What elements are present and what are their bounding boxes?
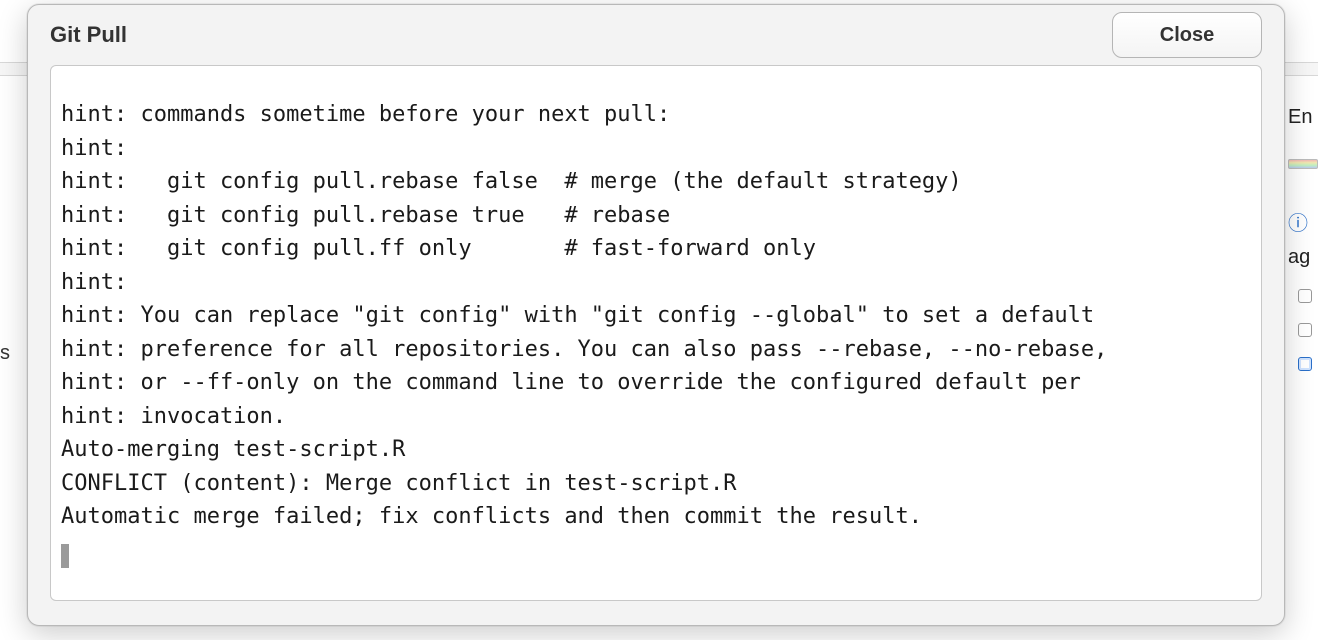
- background-color-gradbar: [1288, 159, 1318, 169]
- background-left-fragment: s: [0, 342, 20, 370]
- background-checkbox: [1298, 323, 1312, 337]
- dialog-body-scroll[interactable]: hint: commands sometime before your next…: [50, 65, 1262, 601]
- background-checkbox-active: [1298, 357, 1312, 371]
- info-icon: ⓘ: [1288, 207, 1318, 236]
- dialog-title: Git Pull: [50, 22, 1112, 48]
- git-pull-dialog: Git Pull Close hint: commands sometime b…: [27, 4, 1285, 626]
- background-tab-fragment: En: [1288, 106, 1318, 129]
- close-button[interactable]: Close: [1112, 12, 1262, 58]
- dialog-header: Git Pull Close: [28, 5, 1284, 65]
- background-checkbox: [1298, 289, 1312, 303]
- git-output-text: hint: commands sometime before your next…: [51, 94, 1261, 542]
- background-text-fragment: ag: [1288, 246, 1318, 269]
- background-right-panel: En ⓘ ag: [1288, 96, 1318, 376]
- text-caret: [61, 544, 69, 568]
